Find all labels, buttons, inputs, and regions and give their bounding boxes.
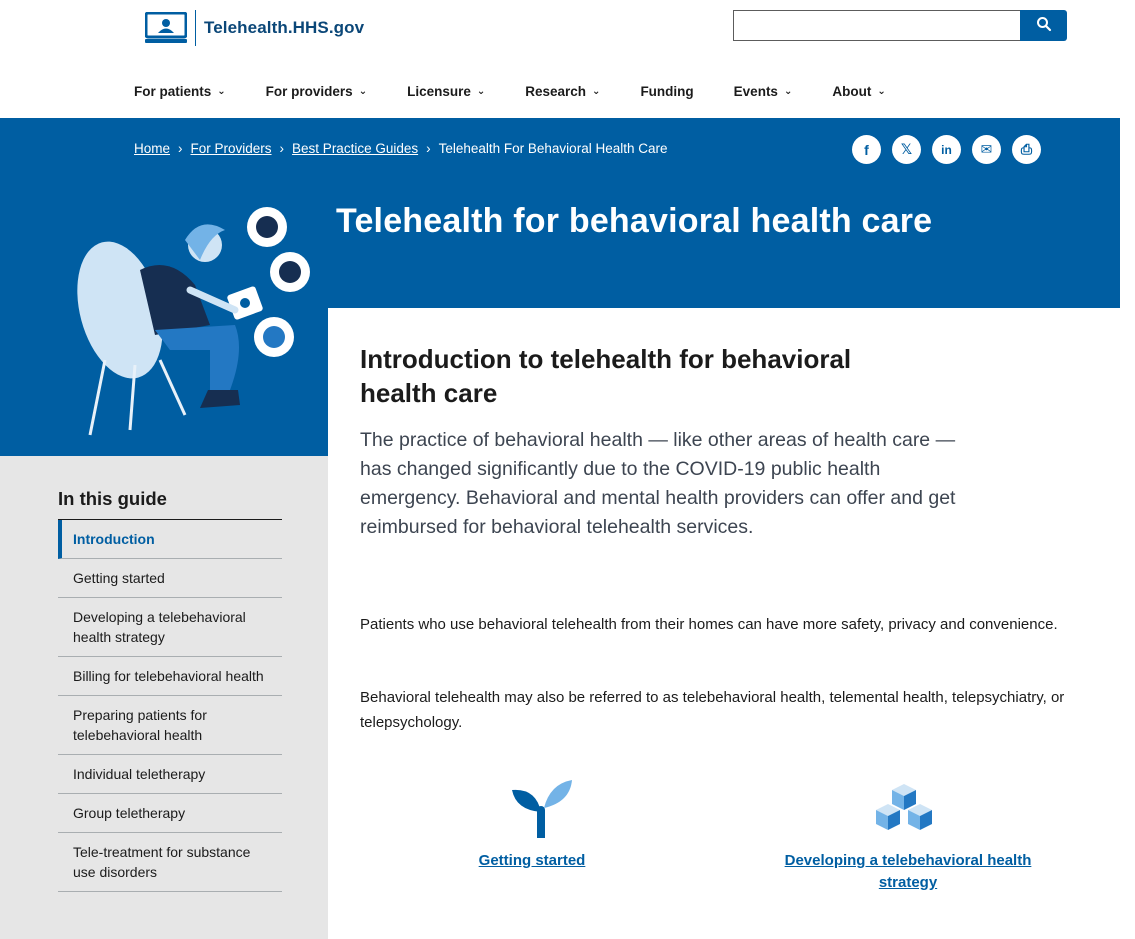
x-twitter-icon[interactable]: 𝕏: [892, 135, 921, 164]
nav-item-label: Events: [733, 83, 778, 99]
breadcrumb: Home › For Providers › Best Practice Gui…: [134, 141, 667, 156]
sprout-icon: [508, 780, 574, 842]
nav-item-funding[interactable]: Funding: [640, 80, 693, 102]
guide-nav-item[interactable]: Preparing patients for telebehavioral he…: [58, 696, 282, 755]
email-icon[interactable]: ✉: [972, 135, 1001, 164]
chevron-down-icon: ⌄: [877, 85, 886, 97]
nav-item-research[interactable]: Research ⌄: [525, 80, 600, 102]
nav-item-label: Licensure: [407, 83, 471, 99]
nav-item-label: For providers: [265, 83, 353, 99]
breadcrumb-separator: ›: [279, 141, 285, 156]
logo-divider: [195, 10, 196, 46]
person-with-tablet-illustration: [60, 200, 330, 440]
chevron-down-icon: ⌄: [476, 85, 486, 97]
site-name[interactable]: Telehealth.HHS.gov: [204, 18, 364, 38]
breadcrumb-separator: ›: [426, 141, 431, 156]
stacked-blocks-icon: [870, 780, 938, 838]
body-paragraph: Patients who use behavioral telehealth f…: [360, 616, 1058, 633]
breadcrumb-current: Telehealth For Behavioral Health Care: [438, 141, 668, 156]
guide-nav-item[interactable]: Developing a telebehavioral health strat…: [58, 598, 282, 657]
nav-item-events[interactable]: Events ⌄: [734, 80, 793, 102]
chevron-down-icon: ⌄: [592, 85, 601, 97]
lead-paragraph: The practice of behavioral health — like…: [360, 429, 956, 538]
linkedin-icon[interactable]: in: [932, 135, 961, 164]
chevron-down-icon: ⌄: [783, 85, 793, 97]
guide-nav-item[interactable]: Introduction: [58, 520, 282, 559]
nav-item-label: Research: [525, 83, 587, 99]
body-paragraph: Behavioral telehealth may also be referr…: [360, 689, 1065, 731]
chevron-down-icon: ⌄: [358, 85, 368, 97]
print-icon[interactable]: ⎙: [1012, 135, 1041, 164]
search-form: [733, 10, 1067, 41]
guide-nav-item[interactable]: Individual teletherapy: [58, 755, 282, 794]
nav-item-for-patients[interactable]: For patients ⌄: [134, 80, 226, 102]
search-icon: [1036, 16, 1052, 35]
getting-started-link[interactable]: Getting started: [472, 850, 592, 872]
breadcrumb-for-providers[interactable]: For Providers: [191, 141, 272, 156]
page-title: Telehealth for behavioral health care: [336, 202, 933, 240]
guide-nav-list: Introduction Getting started Developing a …: [58, 520, 282, 892]
chevron-down-icon: ⌄: [217, 85, 226, 97]
nav-item-licensure[interactable]: Licensure ⌄: [407, 80, 485, 102]
developing-strategy-link[interactable]: Developing a telebehavioral health strat…: [758, 850, 1058, 894]
breadcrumb-home[interactable]: Home: [134, 141, 170, 156]
telehealth-monitor-logo-icon: [144, 11, 188, 44]
nav-item-about[interactable]: About ⌄: [832, 80, 885, 102]
nav-item-label: Funding: [640, 83, 694, 99]
guide-nav-item[interactable]: Billing for telebehavioral health: [58, 657, 282, 696]
nav-item-label: For patients: [134, 83, 212, 99]
guide-nav-item[interactable]: Tele-treatment for substance use disorde…: [58, 833, 282, 892]
guide-nav-item[interactable]: Group teletherapy: [58, 794, 282, 833]
search-input[interactable]: [733, 10, 1020, 41]
section-heading: Introduction to telehealth for behaviora…: [360, 344, 852, 408]
primary-nav: For patients ⌄ For providers ⌄ Licensure ⌄ Res…: [134, 80, 926, 102]
breadcrumb-separator: ›: [178, 141, 183, 156]
nav-item-label: About: [832, 83, 872, 99]
site-header: Telehealth.HHS.gov For patients ⌄ For prov…: [0, 0, 1135, 118]
nav-item-for-providers[interactable]: For providers ⌄: [266, 80, 367, 102]
guide-title: In this guide: [58, 488, 282, 520]
guide-nav-item[interactable]: Getting started: [58, 559, 282, 598]
facebook-icon[interactable]: f: [852, 135, 881, 164]
search-button[interactable]: [1020, 10, 1067, 41]
share-buttons: f 𝕏 in ✉ ⎙: [852, 135, 1052, 164]
breadcrumb-best-practice-guides[interactable]: Best Practice Guides: [292, 141, 418, 156]
site-logo[interactable]: Telehealth.HHS.gov: [144, 10, 364, 46]
